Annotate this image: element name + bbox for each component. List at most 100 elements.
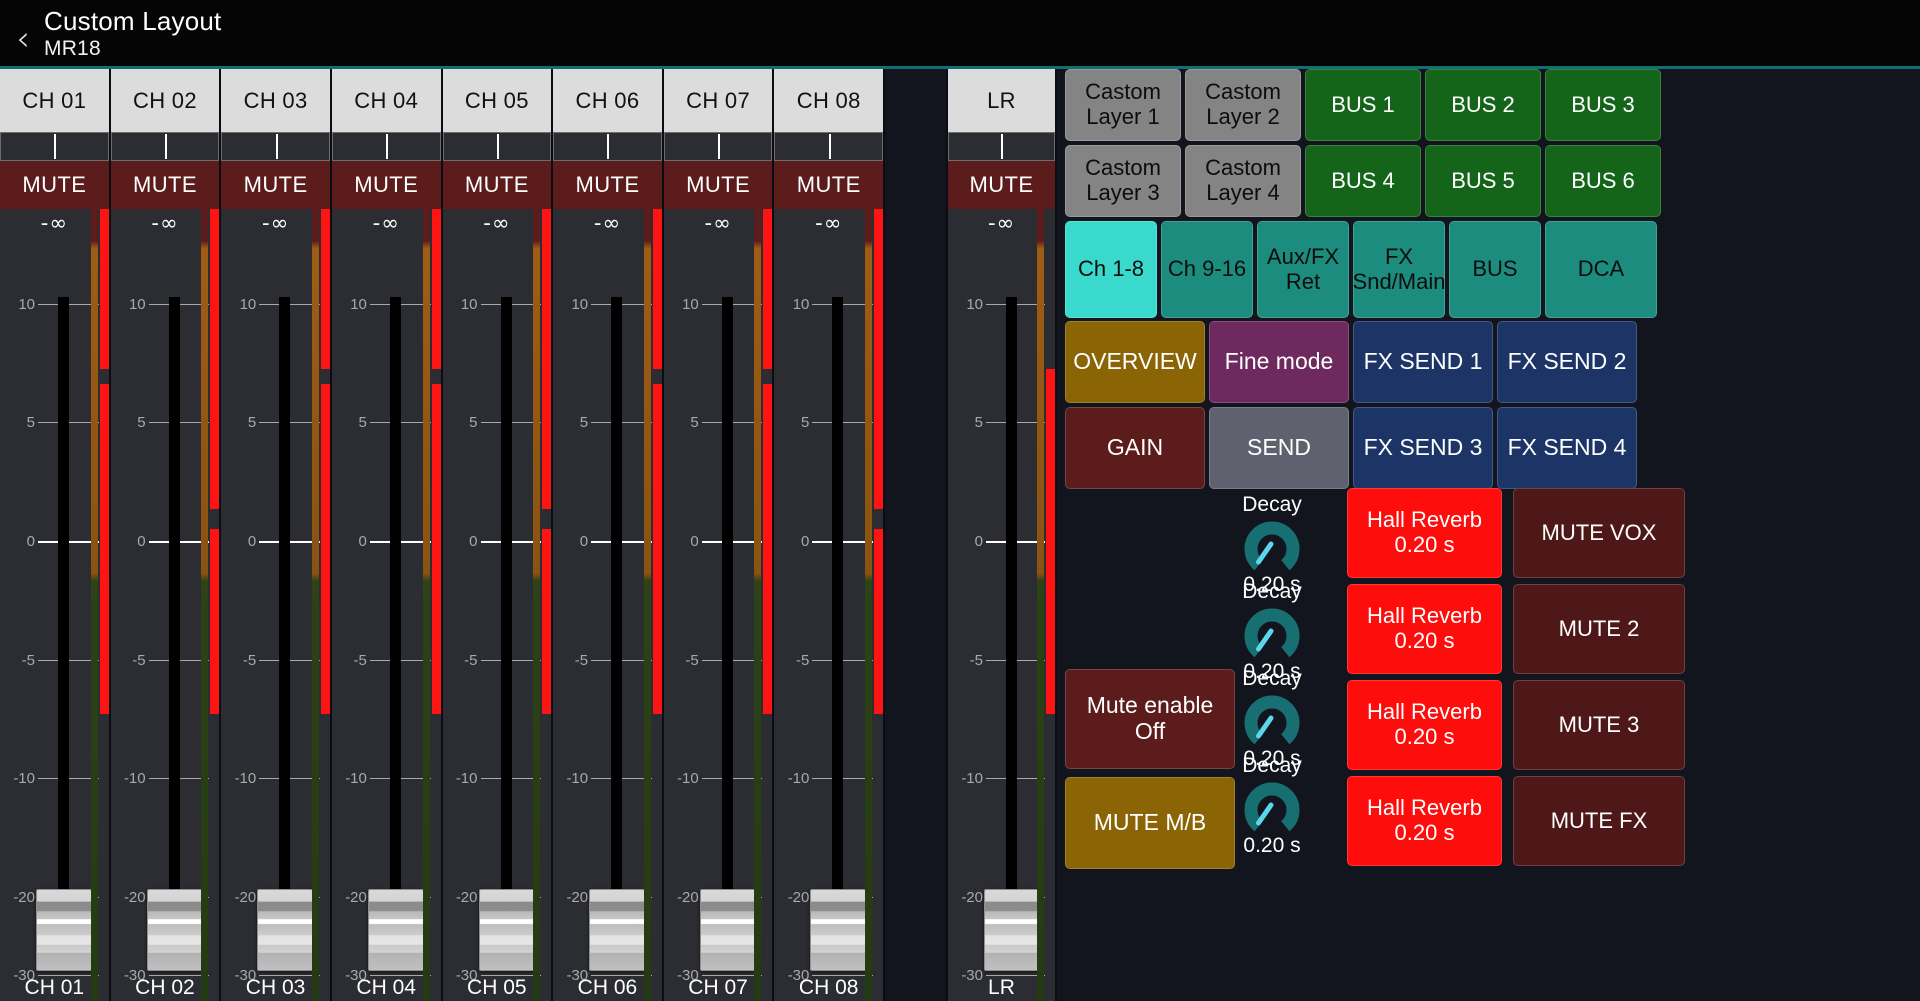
scale-tick: -5	[776, 653, 873, 654]
mute-button[interactable]: MUTE	[553, 161, 662, 209]
mode-button-fx-send-4[interactable]: FX SEND 4	[1497, 407, 1637, 489]
scale-tick: -5	[555, 653, 652, 654]
channel-name-button[interactable]: CH 07	[664, 69, 773, 132]
fader-track[interactable]	[279, 297, 290, 939]
peak-meter-segment	[321, 384, 330, 714]
pan-slider[interactable]	[443, 132, 552, 161]
fader-handle[interactable]	[147, 889, 203, 971]
bus-button-3[interactable]: BUS 3	[1545, 69, 1661, 141]
mute-button[interactable]: MUTE	[774, 161, 883, 209]
mute-button[interactable]: MUTE	[948, 161, 1055, 209]
fader-track[interactable]	[58, 297, 69, 939]
fader-handle[interactable]	[700, 889, 756, 971]
fader-track[interactable]	[390, 297, 401, 939]
tick-label: -5	[445, 653, 478, 668]
fader-handle[interactable]	[589, 889, 645, 971]
fader-handle[interactable]	[36, 889, 92, 971]
mute-enable-button[interactable]: Mute enable Off	[1065, 669, 1235, 769]
fader-handle[interactable]	[810, 889, 866, 971]
decay-knob[interactable]	[1244, 517, 1300, 573]
fader-track[interactable]	[501, 297, 512, 939]
bank-button-3[interactable]: Aux/FX Ret	[1257, 221, 1349, 318]
fader-handle[interactable]	[984, 889, 1040, 971]
tick-label: 5	[113, 415, 146, 430]
channel-name-button[interactable]: LR	[948, 69, 1055, 132]
mute-button[interactable]: MUTE	[221, 161, 330, 209]
tick-label: 10	[445, 297, 478, 312]
channel-name-button[interactable]: CH 02	[111, 69, 220, 132]
mode-button-fx-send-1[interactable]: FX SEND 1	[1353, 321, 1493, 403]
pan-slider[interactable]	[332, 132, 441, 161]
fader-track[interactable]	[611, 297, 622, 939]
mute-group-button-3[interactable]: MUTE 3	[1513, 680, 1685, 770]
pan-slider[interactable]	[664, 132, 773, 161]
bus-button-4[interactable]: BUS 4	[1305, 145, 1421, 217]
fx-slot-button-4[interactable]: Hall Reverb 0.20 s	[1347, 776, 1502, 866]
mode-button-fx-send-2[interactable]: FX SEND 2	[1497, 321, 1637, 403]
fader-area: -∞1050-5-10-20-30-50CH 01	[0, 209, 109, 1001]
bank-button-1[interactable]: Ch 1-8	[1065, 221, 1157, 318]
fader-track[interactable]	[1006, 297, 1017, 939]
layer-button-3[interactable]: Castom Layer 3	[1065, 145, 1181, 217]
channel-name-button[interactable]: CH 06	[553, 69, 662, 132]
channel-name-button[interactable]: CH 04	[332, 69, 441, 132]
peak-meter-segment	[210, 209, 219, 509]
decay-knob[interactable]	[1244, 604, 1300, 660]
mode-button-send[interactable]: SEND	[1209, 407, 1349, 489]
bus-button-1[interactable]: BUS 1	[1305, 69, 1421, 141]
bus-button-5[interactable]: BUS 5	[1425, 145, 1541, 217]
mute-group-button-1[interactable]: MUTE VOX	[1513, 488, 1685, 578]
fx-slot-button-2[interactable]: Hall Reverb 0.20 s	[1347, 584, 1502, 674]
fader-handle[interactable]	[368, 889, 424, 971]
layer-button-1[interactable]: Castom Layer 1	[1065, 69, 1181, 141]
fader-track[interactable]	[169, 297, 180, 939]
mute-button[interactable]: MUTE	[111, 161, 220, 209]
pan-slider[interactable]	[774, 132, 883, 161]
pan-slider[interactable]	[553, 132, 662, 161]
pan-slider[interactable]	[221, 132, 330, 161]
chevron-left-icon[interactable]: ‹	[4, 22, 42, 56]
bus-button-2[interactable]: BUS 2	[1425, 69, 1541, 141]
bank-button-2[interactable]: Ch 9-16	[1161, 221, 1253, 318]
mute-button[interactable]: MUTE	[332, 161, 441, 209]
channel-name-button[interactable]: CH 03	[221, 69, 330, 132]
mute-button[interactable]: MUTE	[443, 161, 552, 209]
tick-label: 5	[950, 415, 983, 430]
decay-knob[interactable]	[1244, 778, 1300, 834]
mute-group-button-4[interactable]: MUTE FX	[1513, 776, 1685, 866]
fader-track[interactable]	[832, 297, 843, 939]
fader-handle[interactable]	[257, 889, 313, 971]
bank-button-6[interactable]: DCA	[1545, 221, 1657, 318]
fx-slot-button-1[interactable]: Hall Reverb 0.20 s	[1347, 488, 1502, 578]
mute-group-button-2[interactable]: MUTE 2	[1513, 584, 1685, 674]
channel-name-button[interactable]: CH 05	[443, 69, 552, 132]
scale-tick: -10	[776, 771, 873, 772]
layer-button-4[interactable]: Castom Layer 4	[1185, 145, 1301, 217]
decay-knob[interactable]	[1244, 691, 1300, 747]
bus-button-6[interactable]: BUS 6	[1545, 145, 1661, 217]
fader-track[interactable]	[722, 297, 733, 939]
mode-button-overview[interactable]: OVERVIEW	[1065, 321, 1205, 403]
pan-slider[interactable]	[0, 132, 109, 161]
peak-meter-segment	[100, 384, 109, 714]
mode-button-fine-mode[interactable]: Fine mode	[1209, 321, 1349, 403]
pan-slider[interactable]	[111, 132, 220, 161]
bank-button-5[interactable]: BUS	[1449, 221, 1541, 318]
fader-area: -∞1050-5-10-20-30-50CH 05	[443, 209, 552, 1001]
mute-button[interactable]: MUTE	[0, 161, 109, 209]
mute-mb-button[interactable]: MUTE M/B	[1065, 777, 1235, 869]
layer-button-2[interactable]: Castom Layer 2	[1185, 69, 1301, 141]
fader-handle[interactable]	[479, 889, 535, 971]
scale-tick: 5	[776, 415, 873, 416]
fader-area: -∞1050-5-10-20-30-50CH 07	[664, 209, 773, 1001]
channel-name-button[interactable]: CH 01	[0, 69, 109, 132]
pan-slider[interactable]	[948, 132, 1055, 161]
mode-button-gain[interactable]: GAIN	[1065, 407, 1205, 489]
bank-button-4[interactable]: FX Snd/Main	[1353, 221, 1445, 318]
fx-slot-button-3[interactable]: Hall Reverb 0.20 s	[1347, 680, 1502, 770]
peak-meter-segment	[542, 529, 551, 714]
channel-strip-6: CH 06MUTE-∞1050-5-10-20-30-50CH 06	[553, 69, 664, 1001]
mute-button[interactable]: MUTE	[664, 161, 773, 209]
mode-button-fx-send-3[interactable]: FX SEND 3	[1353, 407, 1493, 489]
channel-name-button[interactable]: CH 08	[774, 69, 883, 132]
